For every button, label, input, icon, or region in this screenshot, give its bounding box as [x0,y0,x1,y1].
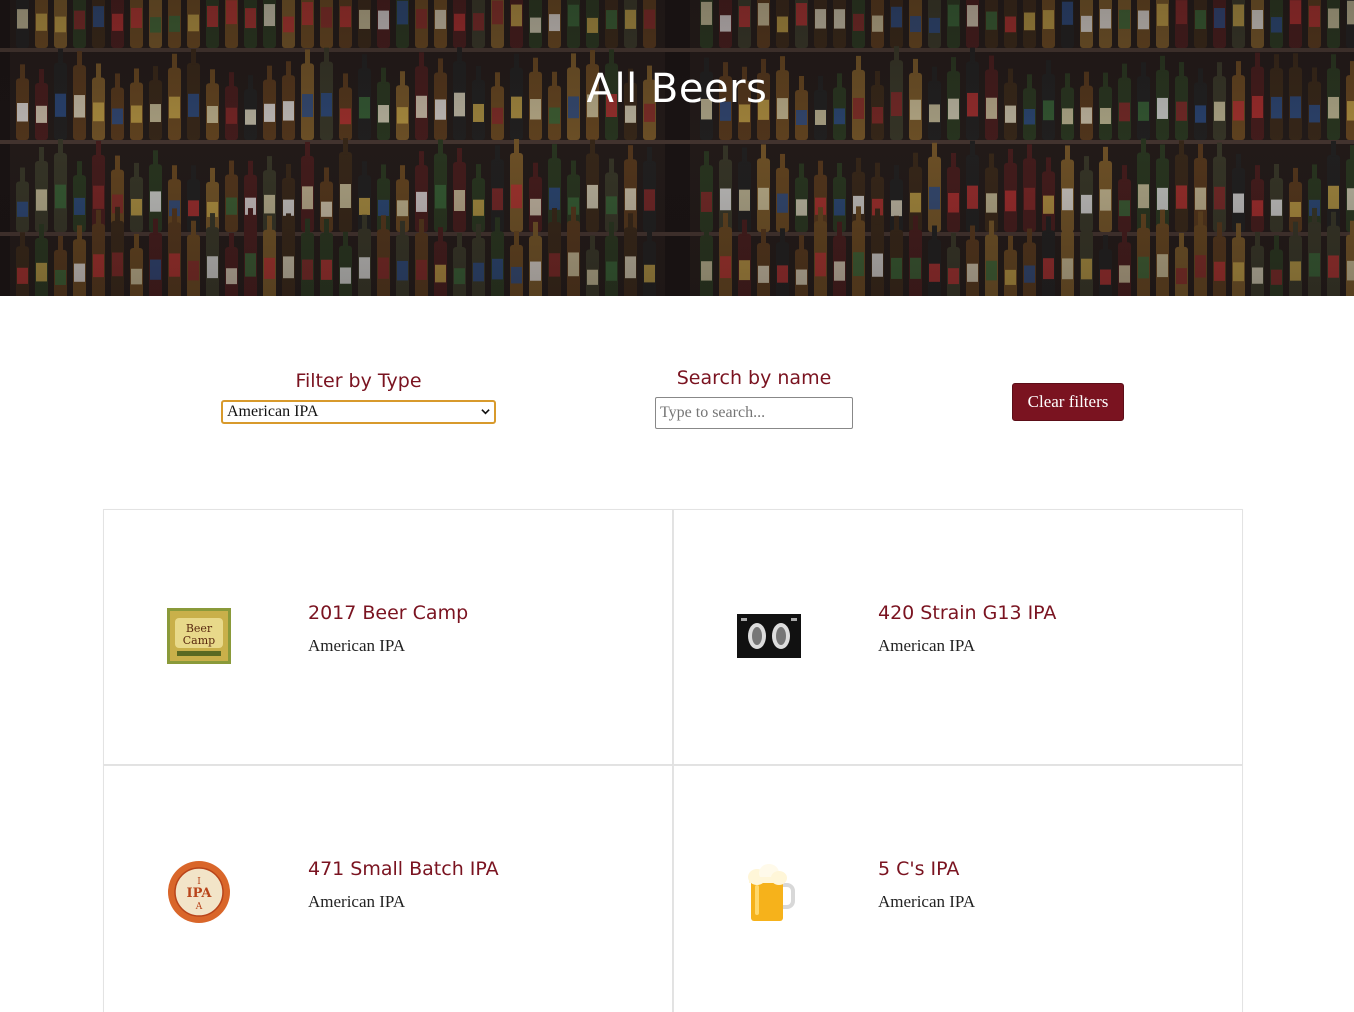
search-filter-group: Search by name [655,367,853,429]
beer-type: American IPA [308,892,406,911]
ipa-round-badge-icon: I IPA A [168,861,230,923]
svg-text:IPA: IPA [187,886,213,901]
beer-card[interactable]: Beer Camp 2017 Beer Camp American IPA [103,509,673,765]
clear-filters-button[interactable]: Clear filters [1012,383,1124,421]
beer-type: American IPA [308,636,406,655]
type-filter-label: Filter by Type [295,370,422,392]
page-title: All Beers [586,66,768,112]
type-select-value: American IPA [227,403,319,420]
type-select[interactable]: American IPA [221,400,496,424]
beer-name[interactable]: 5 C's IPA [878,858,959,880]
search-filter-label: Search by name [676,367,832,389]
420-strain-label-thumb [737,604,801,668]
beer-name[interactable]: 2017 Beer Camp [308,602,468,624]
beer-card[interactable]: I IPA A 471 Small Batch IPA American IPA [103,765,673,1012]
beer-grid: Beer Camp 2017 Beer Camp American IPA 42… [103,509,1243,1012]
beer-name[interactable]: 420 Strain G13 IPA [878,602,1056,624]
beer-type: American IPA [878,892,976,911]
beer-camp-label-icon: Beer Camp [167,608,231,664]
beer-card[interactable]: 5 C's IPA American IPA [673,765,1243,1012]
beer-mug-icon [748,864,795,921]
chevron-down-icon [481,409,490,415]
beer-card[interactable]: 420 Strain G13 IPA American IPA [673,509,1243,765]
hero-banner: All Beers [0,0,1354,296]
beer-mug-thumb [737,860,801,924]
svg-text:A: A [195,902,203,912]
ipa-badge-thumb: I IPA A [167,860,231,924]
420-strain-label-icon [737,614,801,658]
beer-type: American IPA [878,636,976,655]
beer-camp-label-thumb: Beer Camp [167,604,231,668]
hero-overlay [0,0,1354,296]
search-input[interactable] [655,397,853,429]
beer-name[interactable]: 471 Small Batch IPA [308,858,499,880]
svg-text:Camp: Camp [183,634,215,647]
type-filter-group: Filter by Type American IPA [221,370,496,424]
